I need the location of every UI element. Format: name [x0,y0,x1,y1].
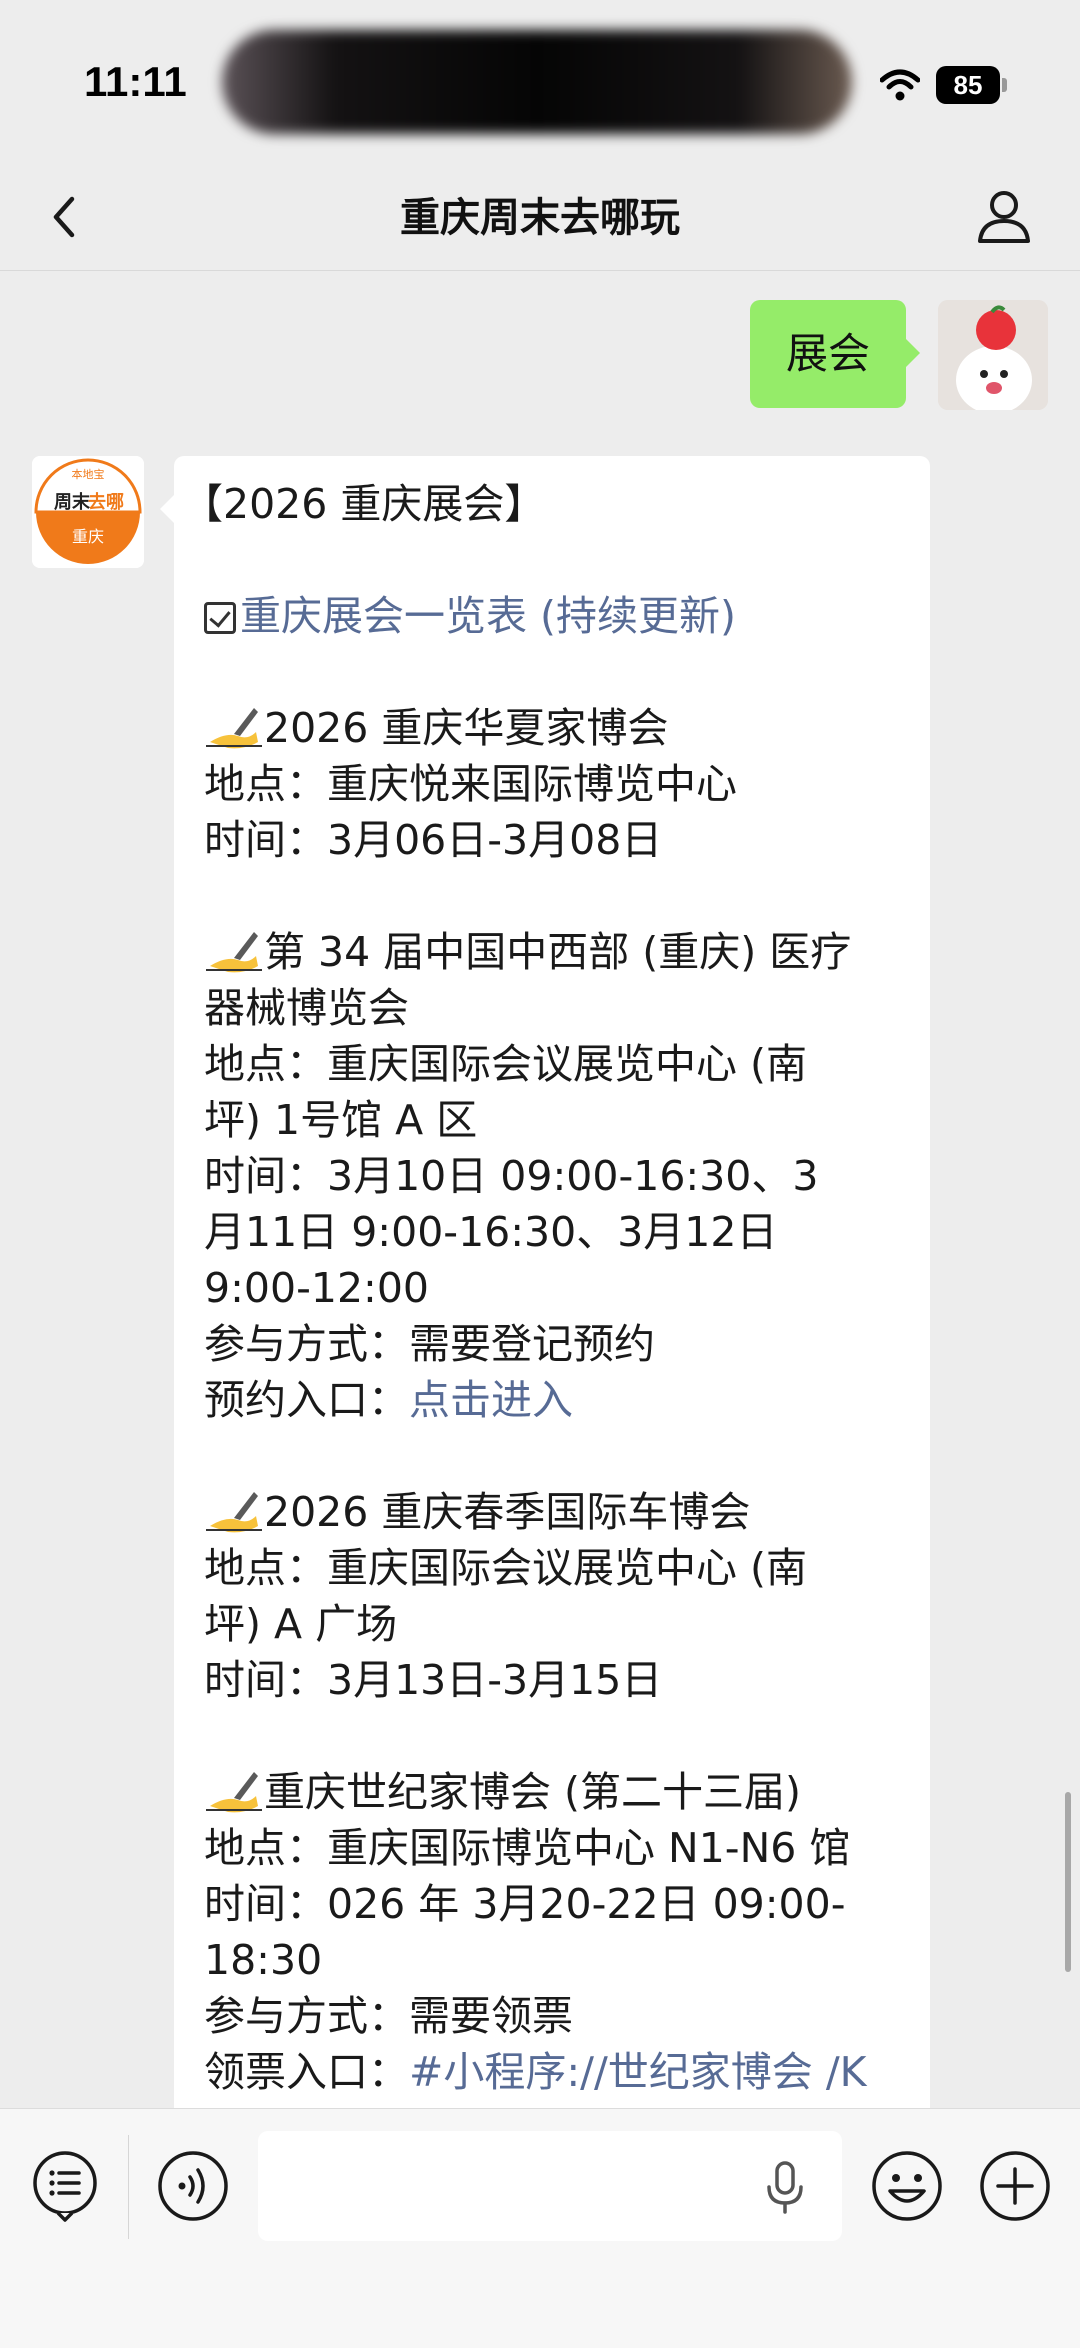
event-4-time-cont: 18:30 [204,1936,323,1984]
logo-text-middle-b: 去哪 [88,491,124,513]
smiley-icon[interactable] [870,2149,944,2223]
event-name-line: 重庆世纪家博会 (第二十三届) [204,1764,906,1820]
person-icon[interactable] [972,183,1036,247]
event-2-method: 参与方式：需要登记预约 [204,1320,655,1368]
dynamic-island [222,30,852,134]
event-2-time-cont: 月11日 9:00-16:30、3月12日 [204,1208,778,1256]
event-3-place-cont: 坪) A 广场 [204,1600,398,1648]
battery-tip [1002,78,1007,92]
voice-icon[interactable] [156,2149,230,2223]
logo-text-middle-a: 周末 [54,491,91,513]
event-2-place-cont: 坪) 1号馆 A 区 [204,1096,478,1144]
event-4-entry-label: 领票入口： [204,2048,409,2096]
event-3-place: 地点：重庆国际会议展览中心 (南 [204,1544,808,1592]
event-2-entry-link[interactable]: 点击进入 [409,1376,573,1424]
user-message-bubble[interactable]: 展会 [750,300,920,408]
event-3-time: 时间：3月13日-3月15日 [204,1656,663,1704]
status-bar: 11:11 85 [0,0,1080,165]
wifi-icon [880,69,920,101]
event-4-place: 地点：重庆国际博览中心 N1-N6 馆 [204,1824,851,1872]
event-1-place: 地点：重庆悦来国际博览中心 [204,760,737,808]
status-time: 11:11 [84,58,187,105]
user-avatar[interactable] [938,300,1048,410]
input-bar [0,2108,1080,2348]
event-1-time: 时间：3月06日-3月08日 [204,816,663,864]
event-2-time: 时间：3月10日 09:00-16:30、3 [204,1152,819,1200]
nav-bar: 重庆周末去哪玩 [0,165,1080,271]
event-2-name: 第 34 届中国中西部 (重庆) 医疗 [264,928,852,976]
writing-hand-icon [206,932,262,973]
list-link-line: 重庆展会一览表 (持续更新) [204,588,906,644]
logo-text-bottom: 重庆 [72,527,104,546]
event-4-time: 时间：026 年 3月20-22日 09:00- [204,1880,846,1928]
event-4-entry-line: 领票入口：#小程序://世纪家博会 /K [204,2044,906,2100]
list-menu-icon[interactable] [28,2149,102,2223]
cartoon-avatar-icon [938,300,1048,410]
event-name-line: 第 34 届中国中西部 (重庆) 医疗 [204,924,906,980]
writing-hand-icon [206,708,262,749]
event-2-entry-line: 预约入口：点击进入 [204,1372,906,1428]
chat-area[interactable]: 展会 本地宝 周末 去哪 重庆 【2026 重庆展会】 重庆展会一览表 (持续更… [0,272,1080,2108]
event-2-place: 地点：重庆国际会议展览中心 (南 [204,1040,808,1088]
event-2-name-cont: 器械博览会 [204,984,409,1032]
event-4-entry-link[interactable]: #小程序://世纪家博会 /K [409,2048,867,2096]
chat-title: 重庆周末去哪玩 [400,195,680,241]
logo-text-top: 本地宝 [72,467,105,481]
battery-icon: 85 [936,66,1000,104]
writing-hand-icon [206,1492,262,1533]
event-name-line: 2026 重庆华夏家博会 [204,700,906,756]
event-4-method: 参与方式：需要领票 [204,1992,573,2040]
brand-logo-icon: 本地宝 周末 去哪 重庆 [32,456,144,568]
event-4-name: 重庆世纪家博会 (第二十三届) [264,1768,802,1816]
bot-message-bubble[interactable]: 【2026 重庆展会】 重庆展会一览表 (持续更新) 2026 重庆华夏家博会 … [160,456,930,2108]
checkbox-icon [204,602,236,634]
exhibition-list-link[interactable]: 重庆展会一览表 (持续更新) [240,592,736,640]
event-1-name: 2026 重庆华夏家博会 [264,704,669,752]
event-3-name: 2026 重庆春季国际车博会 [264,1488,751,1536]
message-input[interactable] [258,2131,842,2241]
bot-avatar[interactable]: 本地宝 周末 去哪 重庆 [32,456,144,568]
toolbar-divider [128,2135,129,2239]
writing-hand-icon [206,1772,262,1813]
event-2-time-cont: 9:00-12:00 [204,1264,430,1312]
event-2-entry-label: 预约入口： [204,1376,409,1424]
plus-icon[interactable] [978,2149,1052,2223]
microphone-icon[interactable] [760,2159,810,2215]
message-title: 【2026 重庆展会】 [182,480,546,528]
scrollbar[interactable] [1065,1792,1071,1972]
event-name-line: 2026 重庆春季国际车博会 [204,1484,906,1540]
